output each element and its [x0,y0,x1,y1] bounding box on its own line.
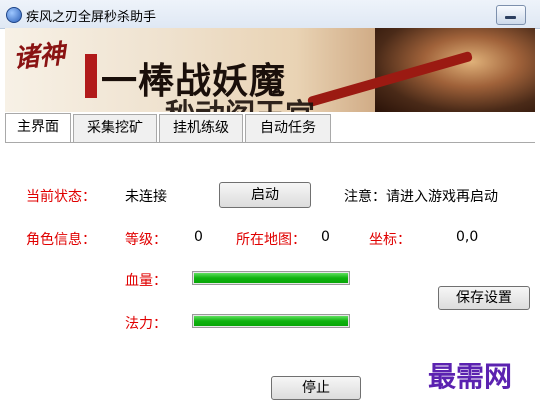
stop-button[interactable]: 停止 [271,376,361,400]
tab-auto-quest[interactable]: 自动任务 [245,114,331,142]
game-banner: 诸神 一棒战妖魔 秒动阎王宫 [5,28,535,112]
window-title: 疾风之刃全屏秒杀助手 [26,10,157,25]
status-label: 当前状态： [26,189,96,205]
tab-leveling[interactable]: 挂机练级 [159,114,243,142]
start-button[interactable]: 启动 [219,182,311,208]
app-icon [6,7,22,23]
coord-label: 坐标： [369,232,411,248]
banner-accent [85,54,97,98]
mp-bar [192,314,350,328]
tab-mining[interactable]: 采集挖矿 [73,114,157,142]
save-settings-button[interactable]: 保存设置 [438,286,530,310]
mp-bar-fill [194,316,348,326]
minimize-button[interactable] [496,5,526,25]
map-label: 所在地图： [236,232,306,248]
hp-label: 血量： [125,273,167,289]
role-info-label: 角色信息： [26,232,96,248]
hp-bar [192,271,350,285]
level-label: 等级： [125,232,167,248]
map-value: 0 [321,229,330,245]
minimize-icon [505,16,516,19]
level-value: 0 [194,229,203,245]
mp-label: 法力： [125,316,167,332]
status-value: 未连接 [125,189,167,205]
tab-main[interactable]: 主界面 [5,113,71,143]
hp-bar-fill [194,273,348,283]
game-logo: 诸神 [11,39,67,75]
title-bar: 疾风之刃全屏秒杀助手 [0,0,540,29]
banner-slogan-line2: 秒动阎王宫 [165,90,315,112]
notice-text: 注意：请进入游戏再启动 [344,189,498,205]
coord-value: 0,0 [456,229,479,245]
watermark-logo: 最需网 [428,360,513,393]
tab-divider [5,142,535,143]
